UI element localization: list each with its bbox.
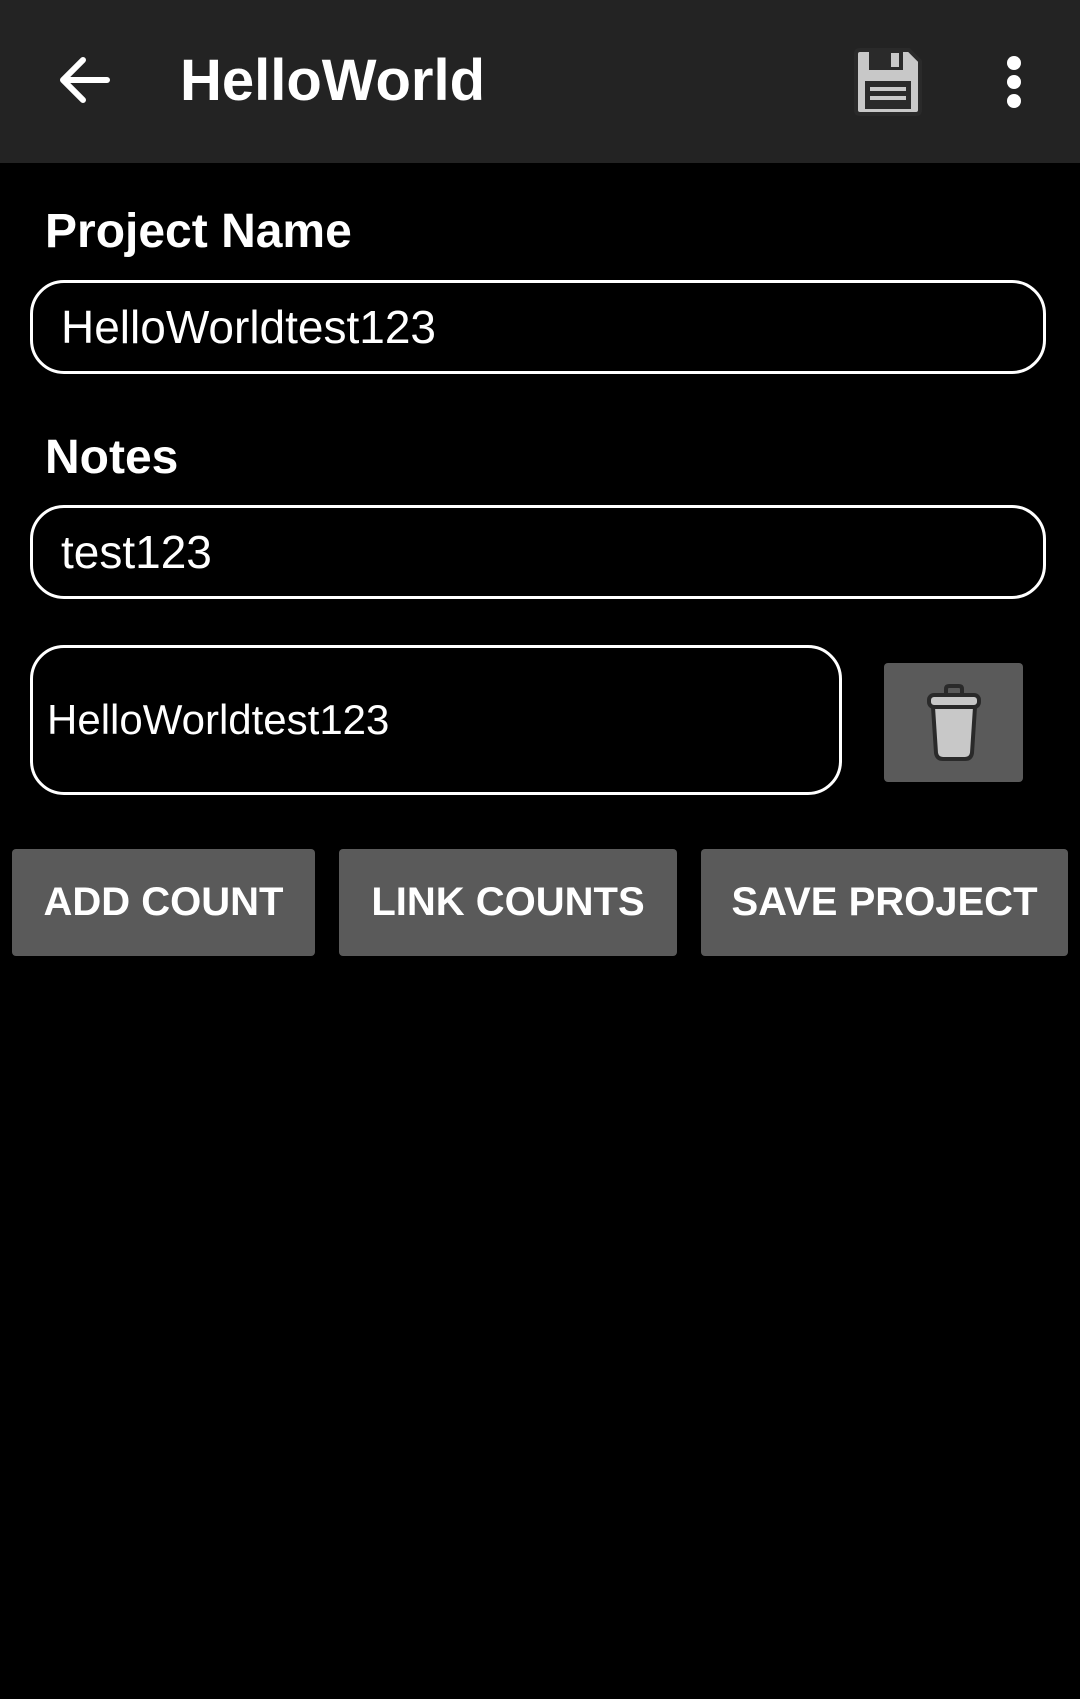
save-project-button[interactable]: SAVE PROJECT	[701, 849, 1068, 956]
app-bar: HelloWorld	[0, 0, 1080, 163]
project-name-label: Project Name	[45, 205, 352, 258]
trash-icon	[926, 683, 981, 761]
page-title: HelloWorld	[180, 48, 486, 113]
count-name: HelloWorldtest123	[47, 696, 390, 743]
overflow-menu-button[interactable]	[984, 40, 1044, 124]
delete-count-button[interactable]	[884, 663, 1023, 782]
save-icon-button[interactable]	[846, 40, 930, 124]
link-counts-button[interactable]: LINK COUNTS	[339, 849, 677, 956]
more-vert-icon	[1007, 56, 1021, 108]
project-name-input[interactable]	[30, 280, 1046, 374]
back-button[interactable]	[44, 40, 124, 120]
count-item[interactable]: HelloWorldtest123	[30, 645, 842, 795]
notes-label: Notes	[45, 431, 179, 484]
notes-input[interactable]	[30, 505, 1046, 599]
arrow-back-icon	[60, 57, 110, 103]
floppy-disk-icon	[854, 48, 922, 116]
add-count-button[interactable]: ADD COUNT	[12, 849, 315, 956]
